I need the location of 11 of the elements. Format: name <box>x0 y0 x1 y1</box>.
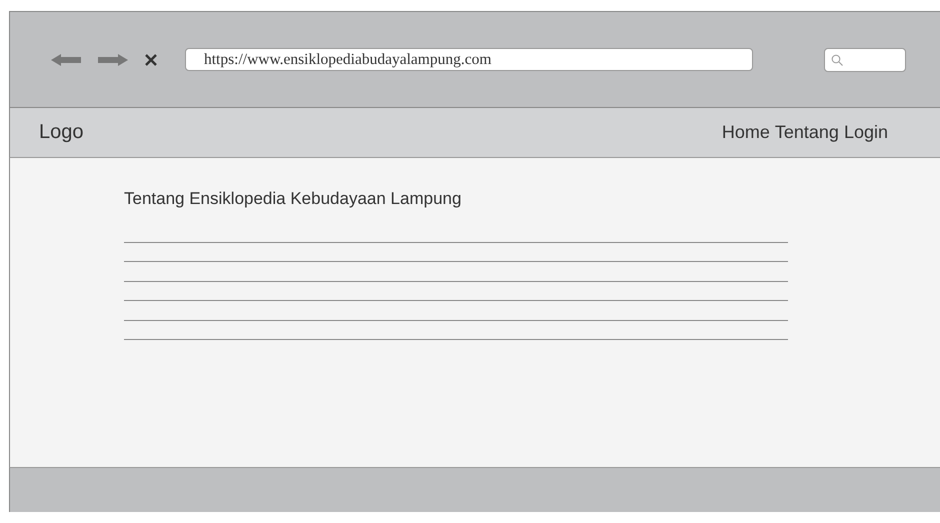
close-icon[interactable] <box>145 54 157 66</box>
back-arrow-icon[interactable] <box>51 54 81 66</box>
address-bar[interactable]: https://www.ensiklopediabudayalampung.com <box>185 48 753 71</box>
nav-link[interactable]: Home <box>722 122 770 143</box>
search-field[interactable] <box>824 48 906 72</box>
nav-link[interactable]: Login <box>844 122 888 143</box>
logo[interactable]: Logo <box>39 121 722 144</box>
page-heading: Tentang Ensiklopedia Kebudayaan Lampung <box>124 189 462 209</box>
search-icon <box>831 54 843 66</box>
nav-link[interactable]: Tentang <box>774 122 839 143</box>
forward-arrow-icon[interactable] <box>98 54 128 66</box>
